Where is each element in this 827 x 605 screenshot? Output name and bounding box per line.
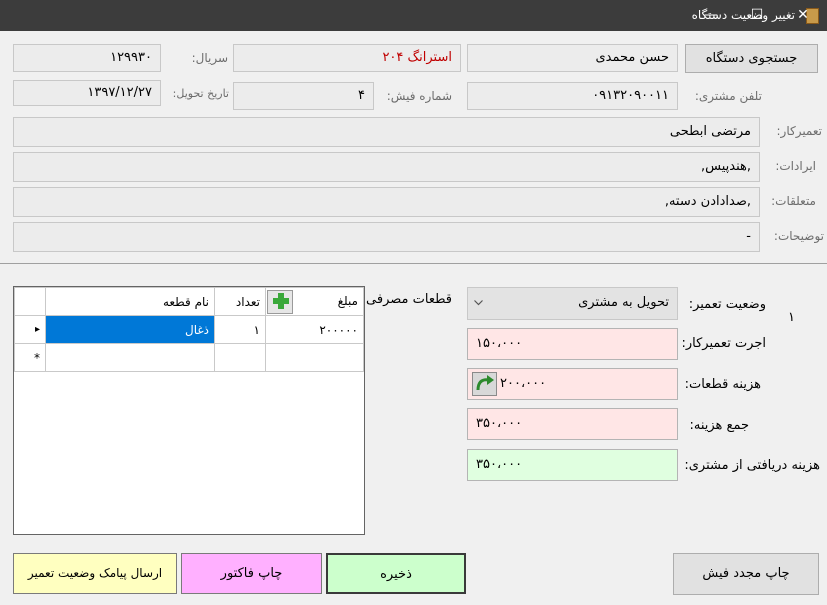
cell-part-name-new[interactable]: [45, 343, 215, 372]
receipt-number-label: شماره فیش:: [386, 89, 452, 103]
repair-status-label: وضعیت تعمیر:: [688, 297, 766, 312]
delivery-date-field: ۱۳۹۷/۱۲/۲۷: [13, 80, 161, 106]
serial-field: ۱۲۹۹۳۰: [13, 44, 161, 72]
parts-cost-field[interactable]: ۲۰۰،۰۰۰: [467, 368, 678, 400]
side-number: ۱: [788, 310, 795, 325]
table-row-new[interactable]: *: [14, 343, 364, 372]
parts-cost-label: هزینه قطعات:: [684, 377, 761, 392]
reprint-receipt-button[interactable]: چاپ مجدد فیش: [673, 553, 819, 595]
repair-status-select[interactable]: تحویل به مشتری: [467, 287, 678, 320]
title-bar: تغییر وضعیت دستگاه — ☐ ✕: [0, 0, 827, 31]
cell-part-name[interactable]: ذغال: [45, 315, 215, 344]
add-part-button[interactable]: [267, 290, 293, 314]
print-invoice-button[interactable]: چاپ فاکتور: [181, 553, 322, 594]
notes-label: توضیحات:: [773, 229, 824, 243]
phone-field: ۰۹۱۳۲۰۹۰۰۱۱: [467, 82, 678, 110]
row-header-corner: [14, 287, 46, 316]
cell-quantity-new[interactable]: [214, 343, 266, 372]
accessories-label: متعلقات:: [771, 194, 816, 208]
column-header-amount[interactable]: مبلغ: [265, 287, 364, 316]
receipt-number-field: ۴: [233, 82, 374, 110]
column-header-part-name[interactable]: نام قطعه: [45, 287, 215, 316]
cell-amount-new[interactable]: [265, 343, 364, 372]
repairman-field: مرتضی ابطحی: [13, 117, 760, 147]
serial-label: سریال:: [191, 51, 228, 65]
total-cost-label: جمع هزینه:: [689, 418, 749, 433]
cell-amount[interactable]: ۲۰۰۰۰۰: [265, 315, 364, 344]
section-divider: [0, 263, 827, 264]
delivery-date-label: تاریخ تحویل:: [172, 87, 229, 100]
chevron-down-icon: [474, 300, 483, 306]
parts-table: نام قطعه تعداد مبلغ ▸ ذغال ۱ ۲۰۰۰۰۰ *: [14, 287, 364, 372]
accessories-field: ,صدادادن دسته,: [13, 187, 760, 217]
labor-cost-label: اجرت تعمیرکار:: [681, 336, 767, 351]
total-cost-field: ۳۵۰،۰۰۰: [467, 408, 678, 440]
issues-label: ایرادات:: [775, 159, 816, 173]
save-button[interactable]: ذخیره: [326, 553, 466, 594]
phone-label: تلفن مشتری:: [694, 89, 762, 103]
repairman-label: تعمیرکار:: [776, 124, 822, 138]
minimize-button[interactable]: —: [688, 0, 734, 31]
table-row[interactable]: ▸ ذغال ۱ ۲۰۰۰۰۰: [14, 315, 364, 344]
notes-field: -: [13, 222, 760, 252]
close-button[interactable]: ✕: [780, 0, 826, 31]
device-model-field: استرانگ ۲۰۴: [233, 44, 461, 72]
column-header-quantity[interactable]: تعداد: [214, 287, 266, 316]
send-status-sms-button[interactable]: ارسال پیامک وضعیت تعمیر: [13, 553, 177, 594]
refresh-parts-cost-button[interactable]: [472, 372, 497, 396]
plus-icon: [273, 293, 289, 309]
maximize-button[interactable]: ☐: [734, 0, 780, 31]
received-amount-label: هزینه دریافتی از مشتری:: [684, 458, 820, 473]
issues-field: ,هندپیس,: [13, 152, 760, 182]
refresh-arrow-icon: [476, 375, 494, 391]
parts-grid-header: نام قطعه تعداد مبلغ: [14, 287, 364, 316]
received-amount-field[interactable]: ۳۵۰،۰۰۰: [467, 449, 678, 481]
search-device-button[interactable]: جستجوی دستگاه: [685, 44, 818, 73]
cell-quantity[interactable]: ۱: [214, 315, 266, 344]
column-header-amount-label: مبلغ: [337, 294, 358, 308]
customer-name-field: حسن محمدی: [467, 44, 678, 72]
labor-cost-field[interactable]: ۱۵۰،۰۰۰: [467, 328, 678, 360]
row-selector-new[interactable]: *: [14, 343, 46, 372]
consumed-parts-label: قطعات مصرفی:: [361, 292, 452, 307]
row-selector-current[interactable]: ▸: [14, 315, 46, 344]
repair-status-value: تحویل به مشتری: [578, 295, 669, 310]
